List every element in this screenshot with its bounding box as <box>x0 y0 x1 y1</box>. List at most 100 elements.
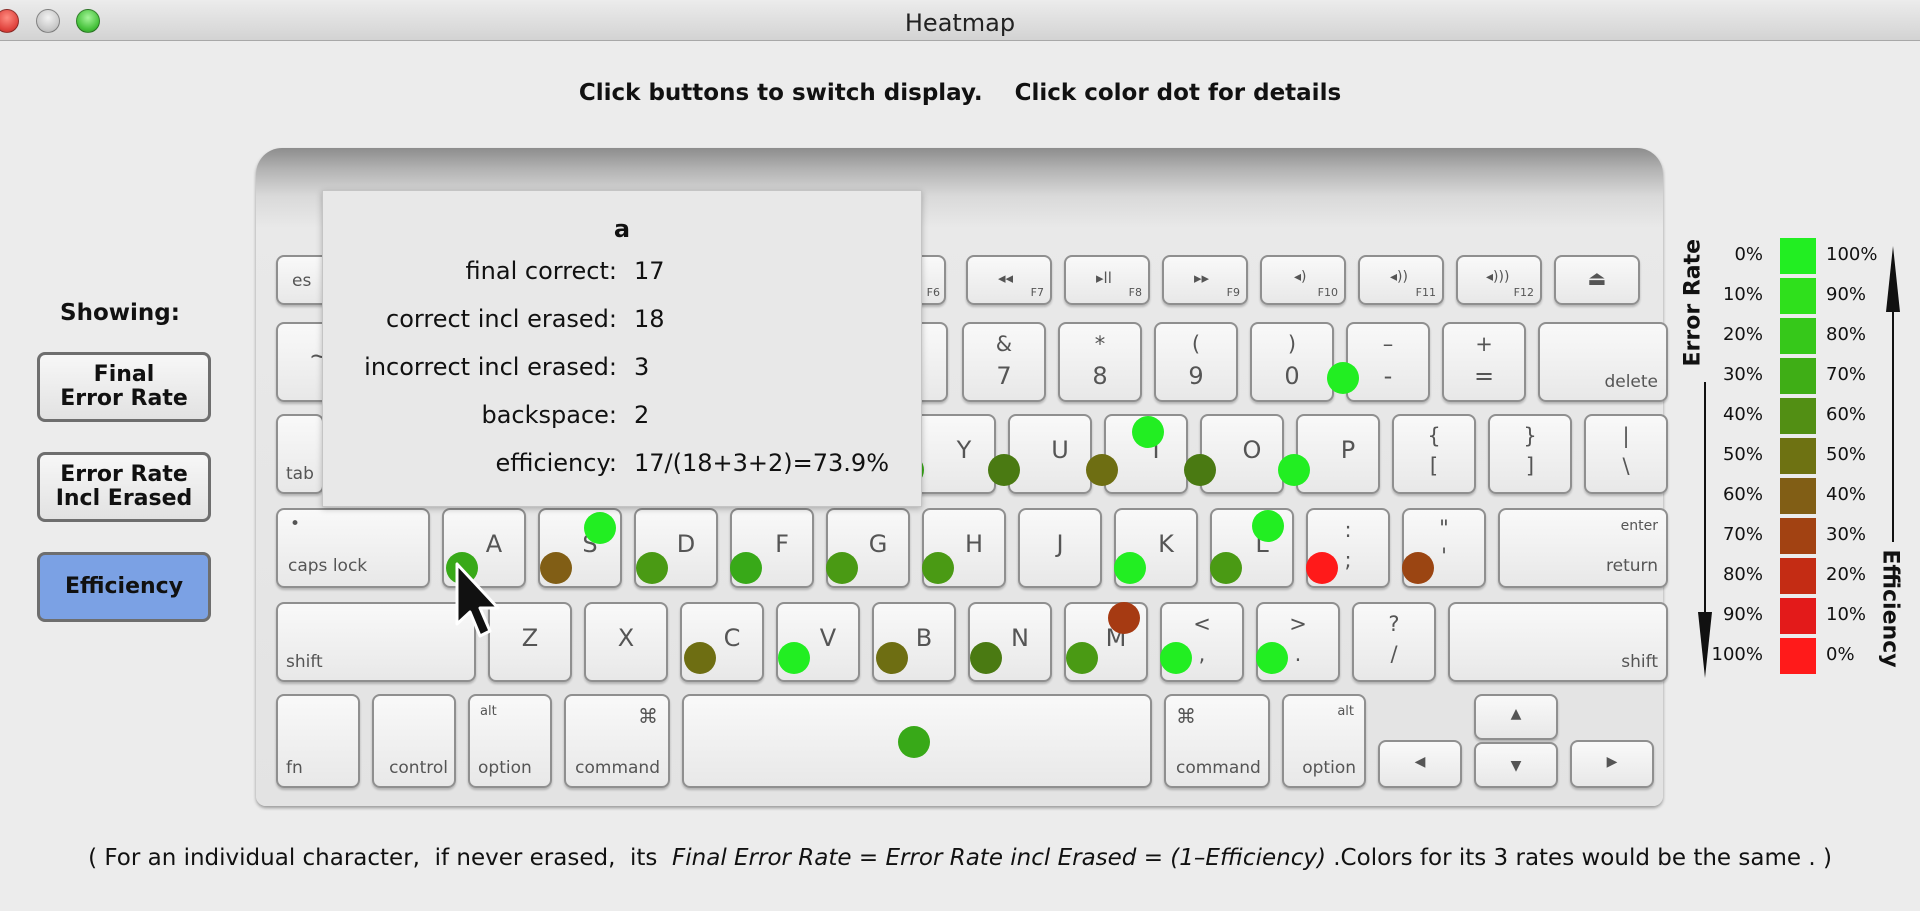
key-f11: ◂)) F11 <box>1358 255 1444 305</box>
key-shift-left: shift <box>276 602 476 682</box>
dot-n[interactable] <box>970 642 1002 674</box>
legend-efficiency-value: 80% <box>1826 324 1867 345</box>
dot-minus[interactable] <box>1327 362 1359 394</box>
key-j: J <box>1018 508 1102 588</box>
legend-swatch <box>1780 438 1816 474</box>
key-f7: ◂◂ F7 <box>966 255 1052 305</box>
legend-row: 60% 40% <box>1680 476 1900 516</box>
popup-label: backspace: <box>481 401 617 429</box>
legend-row: 0% 100% <box>1680 236 1900 276</box>
legend-error-value: 90% <box>1722 604 1763 625</box>
popup-row-correct-incl-erased: correct incl erased: 18 <box>323 305 921 335</box>
legend-efficiency-value: 90% <box>1826 284 1867 305</box>
legend-swatch <box>1780 638 1816 674</box>
legend-error-value: 100% <box>1711 644 1763 665</box>
key-fn: fn <box>276 694 360 788</box>
dot-v[interactable] <box>778 642 810 674</box>
legend-swatch <box>1780 478 1816 514</box>
dot-m[interactable] <box>1066 642 1098 674</box>
dot-l[interactable] <box>1210 552 1242 584</box>
dot-h[interactable] <box>922 552 954 584</box>
key-p: P <box>1296 414 1380 494</box>
footnote-formula: Final Error Rate = Error Rate incl Erase… <box>672 845 1326 871</box>
key-arrow-right: ▶ <box>1570 740 1654 788</box>
key-minus: – - <box>1346 322 1430 402</box>
dot-comma[interactable] <box>1160 642 1192 674</box>
legend-error-value: 10% <box>1722 284 1763 305</box>
legend-error-value: 70% <box>1722 524 1763 545</box>
legend-error-value: 60% <box>1722 484 1763 505</box>
key-backslash: | \ <box>1584 414 1668 494</box>
final-error-rate-button[interactable]: Final Error Rate <box>37 352 211 422</box>
key-8: * 8 <box>1058 322 1142 402</box>
key-arrow-down: ▼ <box>1474 742 1558 788</box>
legend-error-value: 80% <box>1722 564 1763 585</box>
popup-value: 17 <box>634 257 665 285</box>
efficiency-button[interactable]: Efficiency <box>37 552 211 622</box>
key-caps-lock: • caps lock <box>276 508 430 588</box>
mouse-pointer-icon <box>455 562 500 638</box>
popup-label: efficiency: <box>495 449 617 477</box>
footnote-text-end: .Colors for its 3 rates would be the sam… <box>1325 845 1832 871</box>
legend-error-value: 40% <box>1722 404 1763 425</box>
dot-k[interactable] <box>1114 552 1146 584</box>
popup-row-incorrect-incl-erased: incorrect incl erased: 3 <box>323 353 921 383</box>
showing-label: Showing: <box>60 300 180 326</box>
popup-label: final correct: <box>465 257 617 285</box>
footnote: ( For an individual character, if never … <box>0 845 1920 871</box>
dot-space[interactable] <box>898 726 930 758</box>
legend-efficiency-value: 70% <box>1826 364 1867 385</box>
dot-quote[interactable] <box>1402 552 1434 584</box>
popup-label: incorrect incl erased: <box>364 353 617 381</box>
key-o: O <box>1200 414 1284 494</box>
legend-efficiency-value: 60% <box>1826 404 1867 425</box>
legend-error-value: 30% <box>1722 364 1763 385</box>
legend-efficiency-value: 0% <box>1826 644 1855 665</box>
dot-c[interactable] <box>684 642 716 674</box>
legend-swatch <box>1780 398 1816 434</box>
dot-l-alt[interactable] <box>1252 510 1284 542</box>
legend-efficiency-value: 20% <box>1826 564 1867 585</box>
dot-m-alt[interactable] <box>1108 602 1140 634</box>
color-legend: 0% 100% 10% 90% 20% 80% 30% 70% 40% 60% 50% 50… <box>1680 236 1910 676</box>
popup-value: 3 <box>634 353 650 381</box>
dot-o[interactable] <box>1184 454 1216 486</box>
legend-efficiency-value: 50% <box>1826 444 1867 465</box>
legend-row: 40% 60% <box>1680 396 1900 436</box>
key-return: enter return <box>1498 508 1668 588</box>
key-arrow-up: ▲ <box>1474 694 1558 740</box>
dot-period[interactable] <box>1256 642 1288 674</box>
legend-swatch <box>1780 318 1816 354</box>
dot-i-alt[interactable] <box>1132 416 1164 448</box>
legend-row: 10% 90% <box>1680 276 1900 316</box>
dot-f[interactable] <box>730 552 762 584</box>
title-bar: Heatmap <box>0 0 1920 41</box>
key-tab: tab <box>276 414 324 494</box>
key-equals: + = <box>1442 322 1526 402</box>
key-0: ) 0 <box>1250 322 1334 402</box>
key-f10: ◂) F10 <box>1260 255 1346 305</box>
error-rate-incl-erased-button[interactable]: Error Rate Incl Erased <box>37 452 211 522</box>
window-title: Heatmap <box>904 9 1016 37</box>
key-control: control <box>372 694 456 788</box>
dot-p[interactable] <box>1278 454 1310 486</box>
key-f12: ◂))) F12 <box>1456 255 1542 305</box>
dot-i[interactable] <box>1086 454 1118 486</box>
legend-efficiency-value: 30% <box>1826 524 1867 545</box>
legend-error-value: 50% <box>1722 444 1763 465</box>
legend-error-value: 20% <box>1722 324 1763 345</box>
dot-s[interactable] <box>540 552 572 584</box>
dot-semicolon[interactable] <box>1306 552 1338 584</box>
dot-d[interactable] <box>636 552 668 584</box>
legend-efficiency-value: 100% <box>1826 244 1878 265</box>
dot-u[interactable] <box>988 454 1020 486</box>
dot-s-alt[interactable] <box>584 512 616 544</box>
legend-swatch <box>1780 238 1816 274</box>
popup-row-final-correct: final correct: 17 <box>323 257 921 287</box>
dot-b[interactable] <box>876 642 908 674</box>
key-shift-right: shift <box>1448 602 1668 682</box>
legend-row: 30% 70% <box>1680 356 1900 396</box>
legend-swatch <box>1780 278 1816 314</box>
dot-g[interactable] <box>826 552 858 584</box>
footnote-text: ( For an individual character, if never … <box>88 845 673 871</box>
